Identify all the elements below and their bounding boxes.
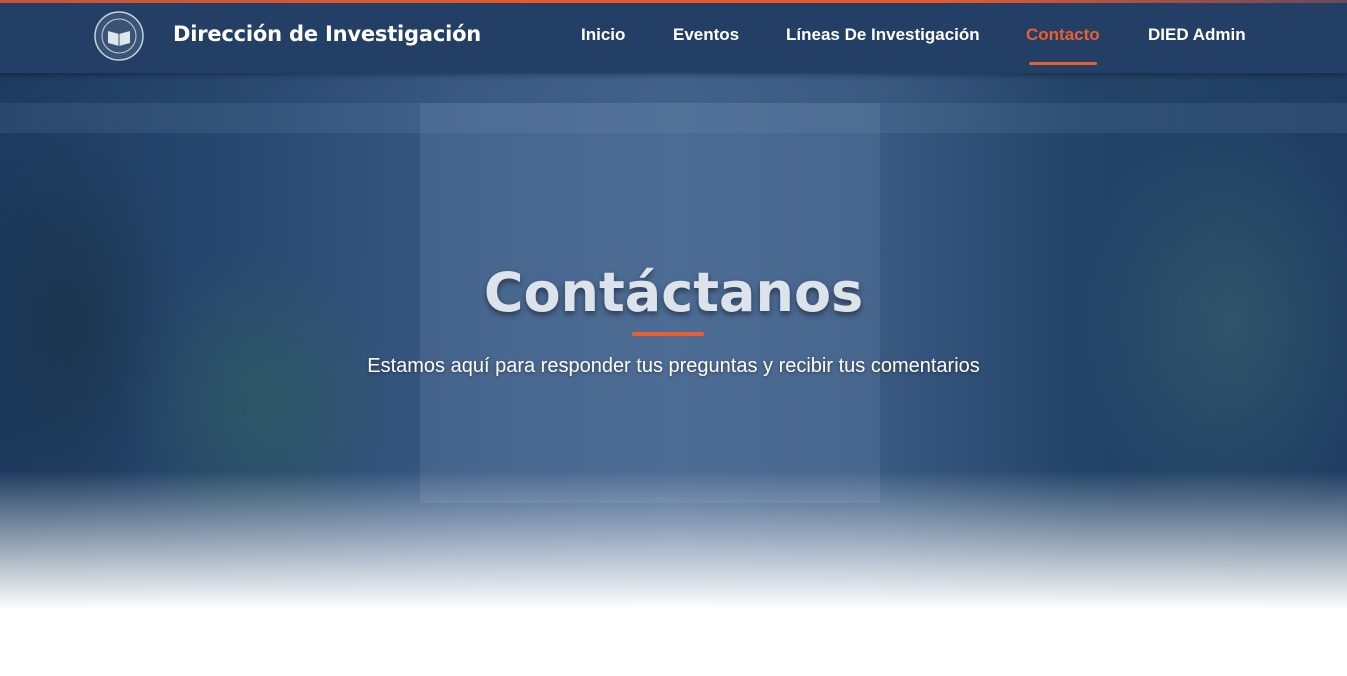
hero-fade bbox=[0, 470, 1347, 610]
hero-banner: Contáctanos Estamos aquí para responder … bbox=[0, 73, 1347, 610]
site-title[interactable]: Dirección de Investigación bbox=[173, 22, 481, 46]
hero-title: Contáctanos bbox=[483, 261, 864, 324]
active-nav-indicator bbox=[1029, 62, 1097, 65]
top-accent-line bbox=[0, 0, 1347, 3]
hero-title-divider bbox=[632, 332, 704, 336]
nav-died-admin[interactable]: DIED Admin bbox=[1148, 25, 1246, 45]
logo-seal-icon[interactable] bbox=[94, 11, 144, 61]
navbar: Dirección de Investigación Inicio Evento… bbox=[0, 0, 1347, 73]
hero-subtitle: Estamos aquí para responder tus pregunta… bbox=[367, 355, 980, 377]
nav-inicio[interactable]: Inicio bbox=[581, 25, 625, 45]
nav-contacto[interactable]: Contacto bbox=[1026, 25, 1100, 45]
nav-eventos[interactable]: Eventos bbox=[673, 25, 739, 45]
nav-lineas-investigacion[interactable]: Líneas De Investigación bbox=[786, 25, 980, 45]
